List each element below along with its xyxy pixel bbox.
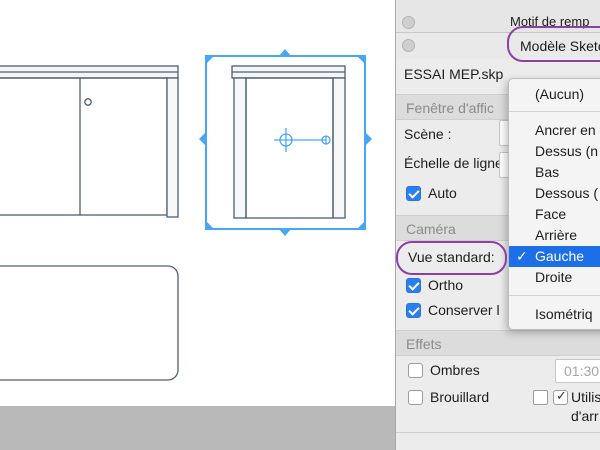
standard-view-menu[interactable]: (Aucun) Ancrer en Dessus (n Bas Dessous …: [508, 78, 600, 330]
menu-item-anchor[interactable]: Ancrer en: [509, 120, 600, 141]
fog-checkbox[interactable]: [408, 390, 423, 405]
menu-item-label: Bas: [535, 164, 560, 180]
axis-gizmo[interactable]: [274, 128, 331, 152]
canvas-drawing: [0, 49, 372, 381]
corner-handle-bl: [206, 221, 214, 229]
menu-item-label: Gauche: [535, 248, 585, 264]
menu-item-label: Face: [535, 206, 567, 222]
keep-label: Conserver l: [428, 302, 500, 318]
menu-separator: [509, 111, 600, 112]
resize-handle-bottom: [279, 229, 291, 236]
resize-handle-left: [199, 132, 206, 146]
annotation-standard-view: [396, 241, 507, 275]
ortho-checkbox[interactable]: [406, 278, 421, 293]
auto-checkbox[interactable]: [406, 186, 421, 201]
menu-separator: [509, 295, 600, 296]
corner-handle-br: [357, 221, 365, 229]
drawing-canvas[interactable]: [0, 0, 400, 406]
file-name: ESSAI MEP.skp: [404, 66, 504, 82]
menu-item-front[interactable]: Face: [509, 204, 600, 225]
cabinet-side-view[interactable]: [231, 65, 346, 219]
shadows-checkbox[interactable]: [408, 363, 423, 378]
menu-item-label: Isométriq: [535, 306, 593, 322]
use-label: Utilis: [571, 389, 600, 405]
menu-item-label: Droite: [535, 269, 573, 285]
menu-item-back[interactable]: Arrière: [509, 225, 600, 246]
cabinet-front-left[interactable]: [0, 65, 179, 218]
menu-item-none[interactable]: (Aucun): [509, 84, 600, 105]
shadows-label: Ombres: [430, 362, 480, 378]
shadow-time-value: 01:30: [564, 363, 600, 379]
corner-handle-tl: [206, 56, 214, 64]
fog-label: Brouillard: [430, 389, 490, 405]
panel-bottom-divider: [396, 432, 600, 433]
menu-item-isometric[interactable]: Isométriq: [509, 304, 600, 325]
close-window-button[interactable]: [402, 16, 415, 29]
resize-handle-top: [279, 49, 291, 56]
menu-item-label: Ancrer en: [535, 122, 596, 138]
use-check-mark: ✓: [556, 388, 567, 403]
section-effects-title: Effets: [406, 336, 442, 352]
menu-item-right[interactable]: Droite: [509, 267, 600, 288]
use-label-line2: d'arr: [571, 408, 599, 424]
section-camera-title: Caméra: [406, 221, 456, 237]
menu-item-label: Arrière: [535, 227, 578, 243]
shadow-time-field[interactable]: 01:30: [555, 359, 600, 383]
check-mark-icon: ✓: [516, 248, 528, 264]
menu-item-left[interactable]: ✓ Gauche: [509, 246, 600, 267]
section-effects[interactable]: Effets: [396, 330, 600, 356]
style-window-button[interactable]: [402, 39, 415, 52]
menu-item-label: Dessus (n: [535, 143, 599, 159]
ortho-label: Ortho: [428, 277, 464, 293]
menu-item-label: (Aucun): [535, 86, 585, 102]
scene-label: Scène :: [404, 126, 452, 142]
menu-item-bottom[interactable]: Bas: [509, 162, 600, 183]
menu-item-top[interactable]: Dessus (n: [509, 141, 600, 162]
line-scale-label: Échelle de ligne: [404, 155, 503, 171]
keep-checkbox[interactable]: [406, 303, 421, 318]
annotation-style-selector: [507, 26, 600, 62]
auto-label: Auto: [428, 185, 457, 201]
countertop-shape[interactable]: [0, 265, 179, 381]
resize-handle-right: [365, 132, 372, 146]
section-window-title: Fenêtre d'affic: [406, 100, 495, 116]
fog-color-swatch[interactable]: [533, 390, 548, 405]
corner-handle-tr: [357, 56, 365, 64]
menu-item-label: Dessous (: [535, 185, 599, 201]
menu-item-underside[interactable]: Dessous (: [509, 183, 600, 204]
